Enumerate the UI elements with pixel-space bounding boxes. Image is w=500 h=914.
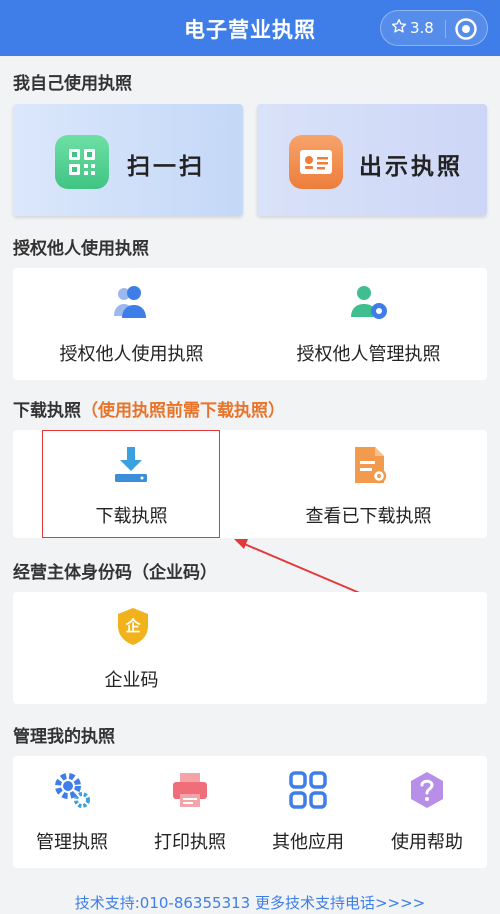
authorize-manage-label: 授权他人管理执照 — [296, 344, 441, 365]
enterprise-code-label: 企业码 — [104, 670, 159, 691]
authorize-manage-button[interactable]: 授权他人管理执照 — [250, 268, 487, 380]
view-downloaded-button[interactable]: 查看已下载执照 — [250, 430, 487, 538]
apps-grid-icon — [288, 770, 328, 814]
rating-button[interactable]: 3.8 — [391, 18, 434, 38]
show-license-label: 出示执照 — [359, 154, 463, 180]
top-bar: 电子营业执照 3.8 — [0, 0, 500, 56]
view-downloaded-label: 查看已下载执照 — [305, 506, 432, 527]
scan-button[interactable]: 扫一扫 — [13, 104, 243, 216]
manage-license-button[interactable]: 管理执照 — [13, 756, 131, 868]
download-title: 下载执照 — [13, 401, 81, 421]
section-title-authorize: 授权他人使用执照 — [13, 239, 149, 259]
help-label: 使用帮助 — [391, 832, 463, 853]
capsule-divider — [445, 20, 446, 38]
manage-license-label: 管理执照 — [36, 832, 108, 853]
close-target-icon[interactable] — [454, 17, 478, 41]
user-settings-icon — [348, 282, 390, 326]
print-license-label: 打印执照 — [154, 832, 226, 853]
support-footer-link[interactable]: 技术支持:010-86355313 更多技术支持电话>>>> — [0, 892, 500, 913]
help-button[interactable]: 使用帮助 — [367, 756, 487, 868]
qr-code-icon — [55, 135, 109, 189]
download-note: （使用执照前需下载执照） — [81, 401, 285, 421]
section-title-download: 下载执照（使用执照前需下载执照） — [13, 396, 285, 421]
print-license-button[interactable]: 打印执照 — [131, 756, 249, 868]
rating-value: 3.8 — [410, 19, 434, 37]
shield-icon: 企 — [116, 606, 150, 646]
section-title-manage: 管理我的执照 — [13, 727, 115, 747]
highlight-box — [42, 430, 220, 538]
users-icon — [111, 282, 151, 326]
enterprise-code-button[interactable]: 企 企业码 — [13, 592, 250, 704]
authorize-card: 授权他人使用执照 授权他人管理执照 — [13, 268, 487, 380]
manage-card: 管理执照 打印执照 其他应用 使用帮助 — [13, 756, 487, 868]
authorize-use-label: 授权他人使用执照 — [59, 344, 204, 365]
section-title-entity: 经营主体身份码（企业码） — [13, 563, 217, 583]
shield-badge-char: 企 — [125, 617, 141, 635]
scan-label: 扫一扫 — [127, 154, 205, 180]
license-card-icon — [289, 135, 343, 189]
show-license-button[interactable]: 出示执照 — [257, 104, 487, 216]
annotation-arrow — [234, 539, 363, 595]
document-view-icon — [350, 444, 390, 490]
other-apps-label: 其他应用 — [272, 832, 344, 853]
printer-icon — [170, 770, 210, 814]
gear-icon — [52, 770, 92, 814]
other-apps-button[interactable]: 其他应用 — [249, 756, 367, 868]
star-icon — [391, 18, 407, 38]
section-title-own: 我自己使用执照 — [13, 74, 132, 94]
entity-card: 企 企业码 — [13, 592, 487, 704]
question-hexagon-icon — [407, 770, 447, 814]
authorize-use-button[interactable]: 授权他人使用执照 — [13, 268, 250, 380]
mini-program-capsule: 3.8 — [380, 10, 488, 46]
